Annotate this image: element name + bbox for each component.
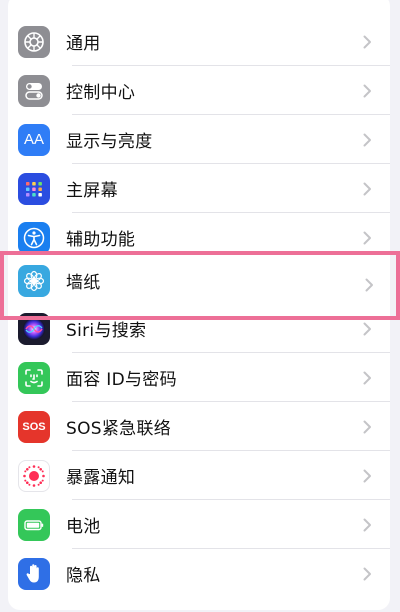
settings-row-siri-search[interactable]: Siri与搜索 [8, 304, 390, 353]
settings-row-label: 隐私 [66, 566, 101, 586]
sos-icon: SOS [18, 410, 50, 443]
settings-row-privacy[interactable]: 隐私 [8, 549, 390, 598]
settings-row-label: Siri与搜索 [66, 321, 147, 341]
settings-row-label: SOS紧急联络 [66, 419, 172, 439]
battery-icon [18, 508, 50, 541]
chevron-right-icon [363, 84, 371, 97]
settings-row-label: 控制中心 [66, 83, 136, 103]
settings-list: 通用 控制中心 AA 显示与亮度 主屏幕 辅助功能 墙纸 Siri与搜索 面容 … [8, 0, 390, 610]
settings-row-control-center[interactable]: 控制中心 [8, 66, 390, 115]
chevron-right-icon [363, 322, 371, 335]
chevron-right-icon [363, 35, 371, 48]
settings-row-label: 辅助功能 [66, 230, 136, 250]
settings-row-home-screen[interactable]: 主屏幕 [8, 164, 390, 213]
chevron-right-icon [363, 420, 371, 433]
face-id-icon [18, 361, 50, 394]
text-size-icon: AA [18, 123, 50, 156]
chevron-right-icon [365, 278, 373, 292]
settings-row-emergency-sos[interactable]: SOS SOS紧急联络 [8, 402, 390, 451]
settings-row-label: 电池 [66, 517, 101, 537]
settings-row-label: 显示与亮度 [66, 132, 153, 152]
settings-row-accessibility[interactable]: 辅助功能 [8, 213, 390, 262]
chevron-right-icon [363, 371, 371, 384]
sos-icon-text: SOS [22, 420, 46, 433]
settings-row-label: 面容 ID与密码 [66, 370, 177, 390]
flower-icon [18, 264, 50, 297]
siri-icon [18, 312, 50, 345]
chevron-right-icon [363, 567, 371, 580]
settings-row-display-brightness[interactable]: AA 显示与亮度 [8, 115, 390, 164]
exposure-icon [18, 459, 50, 492]
hand-icon [18, 557, 50, 590]
chevron-right-icon [363, 518, 371, 531]
settings-row-label: 墙纸 [66, 273, 101, 293]
text-size-icon-text: AA [23, 131, 44, 148]
chevron-right-icon [363, 133, 371, 146]
chevron-right-icon [363, 182, 371, 195]
chevron-right-icon [363, 469, 371, 482]
settings-row-exposure-notifications[interactable]: 暴露通知 [8, 451, 390, 500]
gear-icon [18, 25, 50, 58]
settings-row-label: 主屏幕 [66, 181, 118, 201]
accessibility-icon [18, 221, 50, 254]
toggles-icon [18, 74, 50, 107]
settings-row-wallpaper[interactable]: 墙纸 [8, 256, 390, 305]
settings-row-battery[interactable]: 电池 [8, 500, 390, 549]
settings-row-general[interactable]: 通用 [8, 17, 390, 66]
home-grid-icon [18, 172, 50, 205]
settings-row-label: 暴露通知 [66, 468, 136, 488]
settings-row-face-id-passcode[interactable]: 面容 ID与密码 [8, 353, 390, 402]
settings-row-label: 通用 [66, 34, 101, 54]
chevron-right-icon [363, 231, 371, 244]
